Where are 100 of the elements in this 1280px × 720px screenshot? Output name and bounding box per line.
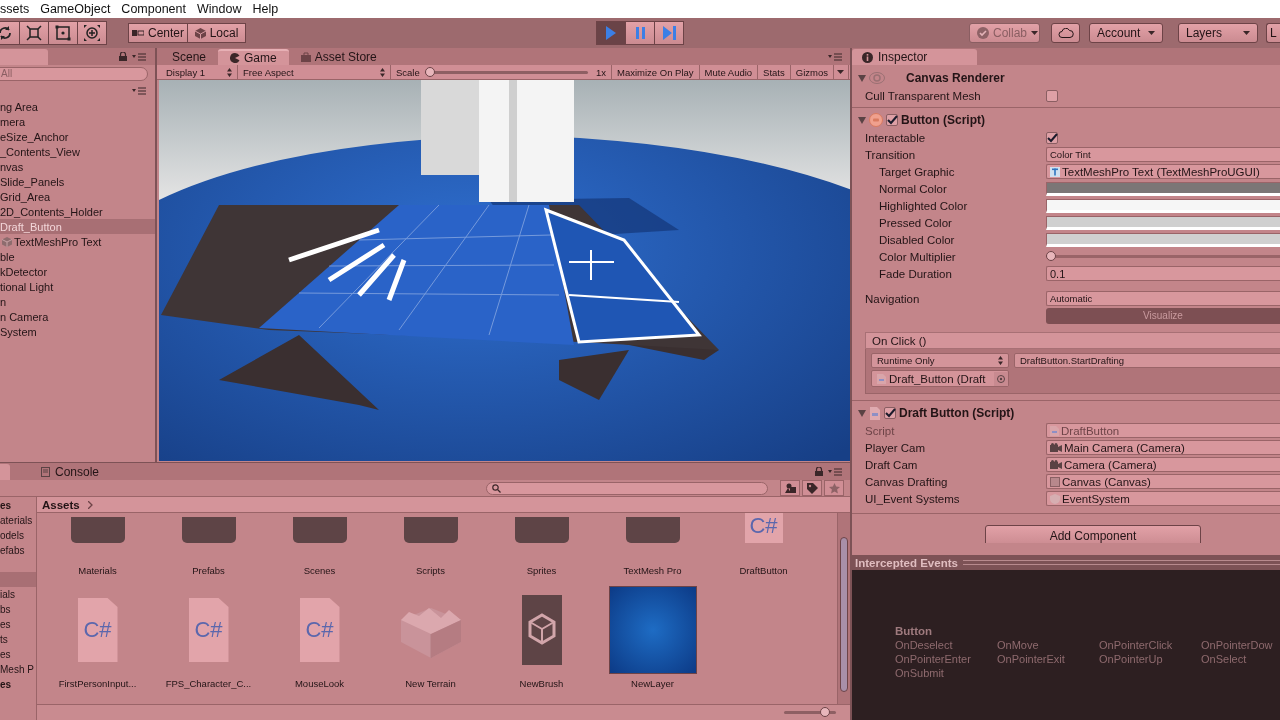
sidebar-heading[interactable]: es: [0, 498, 36, 513]
asset-name[interactable]: NewBrush: [519, 678, 564, 689]
hierarchy-item[interactable]: TextMeshPro Text: [0, 234, 155, 249]
sidebar-item[interactable]: odels: [0, 528, 36, 543]
inspector-tab[interactable]: Inspector: [852, 49, 977, 65]
dropdown[interactable]: Runtime Only: [871, 353, 1009, 368]
color-field[interactable]: [1046, 215, 1280, 230]
checkbox[interactable]: [1046, 89, 1058, 102]
object-field[interactable]: TextMeshPro Text (TextMeshProUGUI): [1046, 164, 1280, 179]
hierarchy-item[interactable]: Draft_Button: [0, 219, 155, 234]
dropdown[interactable]: DraftButton.StartDrafting: [1014, 353, 1280, 368]
add-component-button[interactable]: Add Component: [985, 525, 1201, 543]
sidebar-item[interactable]: bs: [0, 602, 36, 617]
pivot-button[interactable]: Center: [128, 23, 188, 43]
fold-arrow-icon[interactable]: [858, 74, 866, 82]
asset-name[interactable]: FPS_Character_C...: [165, 678, 252, 689]
asset-name[interactable]: Prefabs: [192, 565, 225, 576]
sidebar-item[interactable]: es: [0, 617, 36, 632]
asset-name[interactable]: Scenes: [303, 565, 336, 576]
display-dropdown[interactable]: Display 1: [161, 65, 238, 79]
fold-arrow-icon[interactable]: [858, 116, 866, 124]
slider-thumb[interactable]: [1046, 251, 1056, 261]
search-field[interactable]: All: [0, 66, 148, 81]
hierarchy-item[interactable]: 2D_Contents_Holder: [0, 204, 155, 219]
sidebar-item[interactable]: efabs: [0, 543, 36, 558]
slider-thumb[interactable]: [424, 66, 435, 77]
step-button[interactable]: [653, 21, 684, 45]
toggle-button[interactable]: Maximize On Play: [612, 65, 700, 79]
toggle-button[interactable]: Stats: [758, 65, 791, 79]
checkbox[interactable]: [1046, 131, 1058, 144]
aspect-dropdown[interactable]: Free Aspect: [238, 65, 391, 79]
object-field[interactable]: Camera (Camera): [1046, 457, 1280, 472]
hierarchy-item[interactable]: n: [0, 294, 155, 309]
transform-tool-button[interactable]: [77, 21, 107, 45]
sidebar-item[interactable]: ials: [0, 587, 36, 602]
color-field[interactable]: [1046, 181, 1280, 196]
hierarchy-item[interactable]: tional Light: [0, 279, 155, 294]
hierarchy-item[interactable]: ng Area: [0, 99, 155, 114]
hierarchy-item[interactable]: Slide_Panels: [0, 174, 155, 189]
dropdown[interactable]: Color Tint: [1046, 147, 1280, 162]
scale-tool-button[interactable]: [19, 21, 49, 45]
number-field[interactable]: 0.1: [1046, 266, 1280, 281]
menu-item[interactable]: ssets: [0, 2, 30, 16]
hierarchy-item[interactable]: nvas: [0, 159, 155, 174]
tab[interactable]: Asset Store: [288, 49, 389, 65]
object-field[interactable]: Main Camera (Camera): [1046, 440, 1280, 455]
console-tab[interactable]: Console: [29, 464, 112, 480]
pivot-space-button[interactable]: Local: [187, 23, 246, 43]
menu-icon[interactable]: [828, 467, 842, 476]
asset-name[interactable]: Materials: [78, 565, 117, 576]
dropdown[interactable]: Automatic: [1046, 291, 1280, 306]
toggle-button[interactable]: Mute Audio: [699, 65, 759, 79]
menu-item[interactable]: Component: [121, 2, 186, 16]
asset-name[interactable]: New Terrain: [405, 678, 456, 689]
scrollbar[interactable]: [837, 513, 850, 704]
rect-tool-button[interactable]: [48, 21, 78, 45]
layers-dropdown[interactable]: Layers: [1178, 23, 1258, 43]
color-field[interactable]: [1046, 198, 1280, 213]
checkbox[interactable]: [884, 407, 896, 419]
asset-name[interactable]: TextMesh Pro: [623, 565, 682, 576]
play-button[interactable]: [595, 21, 626, 45]
lock-icon[interactable]: [119, 52, 127, 61]
menu-item[interactable]: Window: [197, 2, 242, 16]
sidebar-item[interactable]: Mesh P: [0, 662, 36, 677]
account-dropdown[interactable]: Account: [1089, 23, 1163, 43]
object-field[interactable]: Canvas (Canvas): [1046, 474, 1280, 489]
menu-icon[interactable]: [132, 52, 146, 61]
asset-name[interactable]: Sprites: [526, 565, 557, 576]
asset-name[interactable]: NewLayer: [631, 678, 674, 689]
hierarchy-item[interactable]: _Contents_View: [0, 144, 155, 159]
filter-label-button[interactable]: [802, 480, 822, 496]
asset-name[interactable]: MouseLook: [294, 678, 345, 689]
menu-icon[interactable]: [132, 86, 146, 95]
lock-icon[interactable]: [815, 467, 823, 476]
tab[interactable]: Scene: [160, 49, 219, 65]
search-field[interactable]: [486, 481, 768, 495]
filter-type-button[interactable]: [780, 480, 800, 496]
breadcrumb[interactable]: Assets: [42, 498, 80, 511]
sidebar-heading[interactable]: es: [0, 677, 36, 692]
checkbox[interactable]: [886, 114, 898, 126]
object-field[interactable]: Draft_Button (Draft: [871, 370, 1009, 387]
hierarchy-item[interactable]: kDetector: [0, 264, 155, 279]
asset-name[interactable]: Scripts: [415, 565, 445, 576]
hierarchy-item[interactable]: Grid_Area: [0, 189, 155, 204]
hierarchy-item[interactable]: mera: [0, 114, 155, 129]
asset-name[interactable]: FirstPersonInput...: [58, 678, 137, 689]
pause-button[interactable]: [624, 21, 655, 45]
slider-thumb[interactable]: [819, 707, 830, 717]
fold-arrow-icon[interactable]: [858, 409, 866, 417]
slider-track[interactable]: [424, 70, 588, 74]
asset-name[interactable]: DraftButton: [739, 565, 788, 576]
hierarchy-item[interactable]: n Camera: [0, 309, 155, 324]
cloud-button[interactable]: [1051, 23, 1080, 43]
hierarchy-item[interactable]: ble: [0, 249, 155, 264]
hierarchy-item[interactable]: eSize_Anchor: [0, 129, 155, 144]
layout-dropdown[interactable]: L: [1266, 23, 1280, 43]
menu-icon[interactable]: [828, 52, 842, 61]
sidebar-item[interactable]: es: [0, 647, 36, 662]
hierarchy-item[interactable]: System: [0, 324, 155, 339]
sidebar-item[interactable]: ts: [0, 632, 36, 647]
